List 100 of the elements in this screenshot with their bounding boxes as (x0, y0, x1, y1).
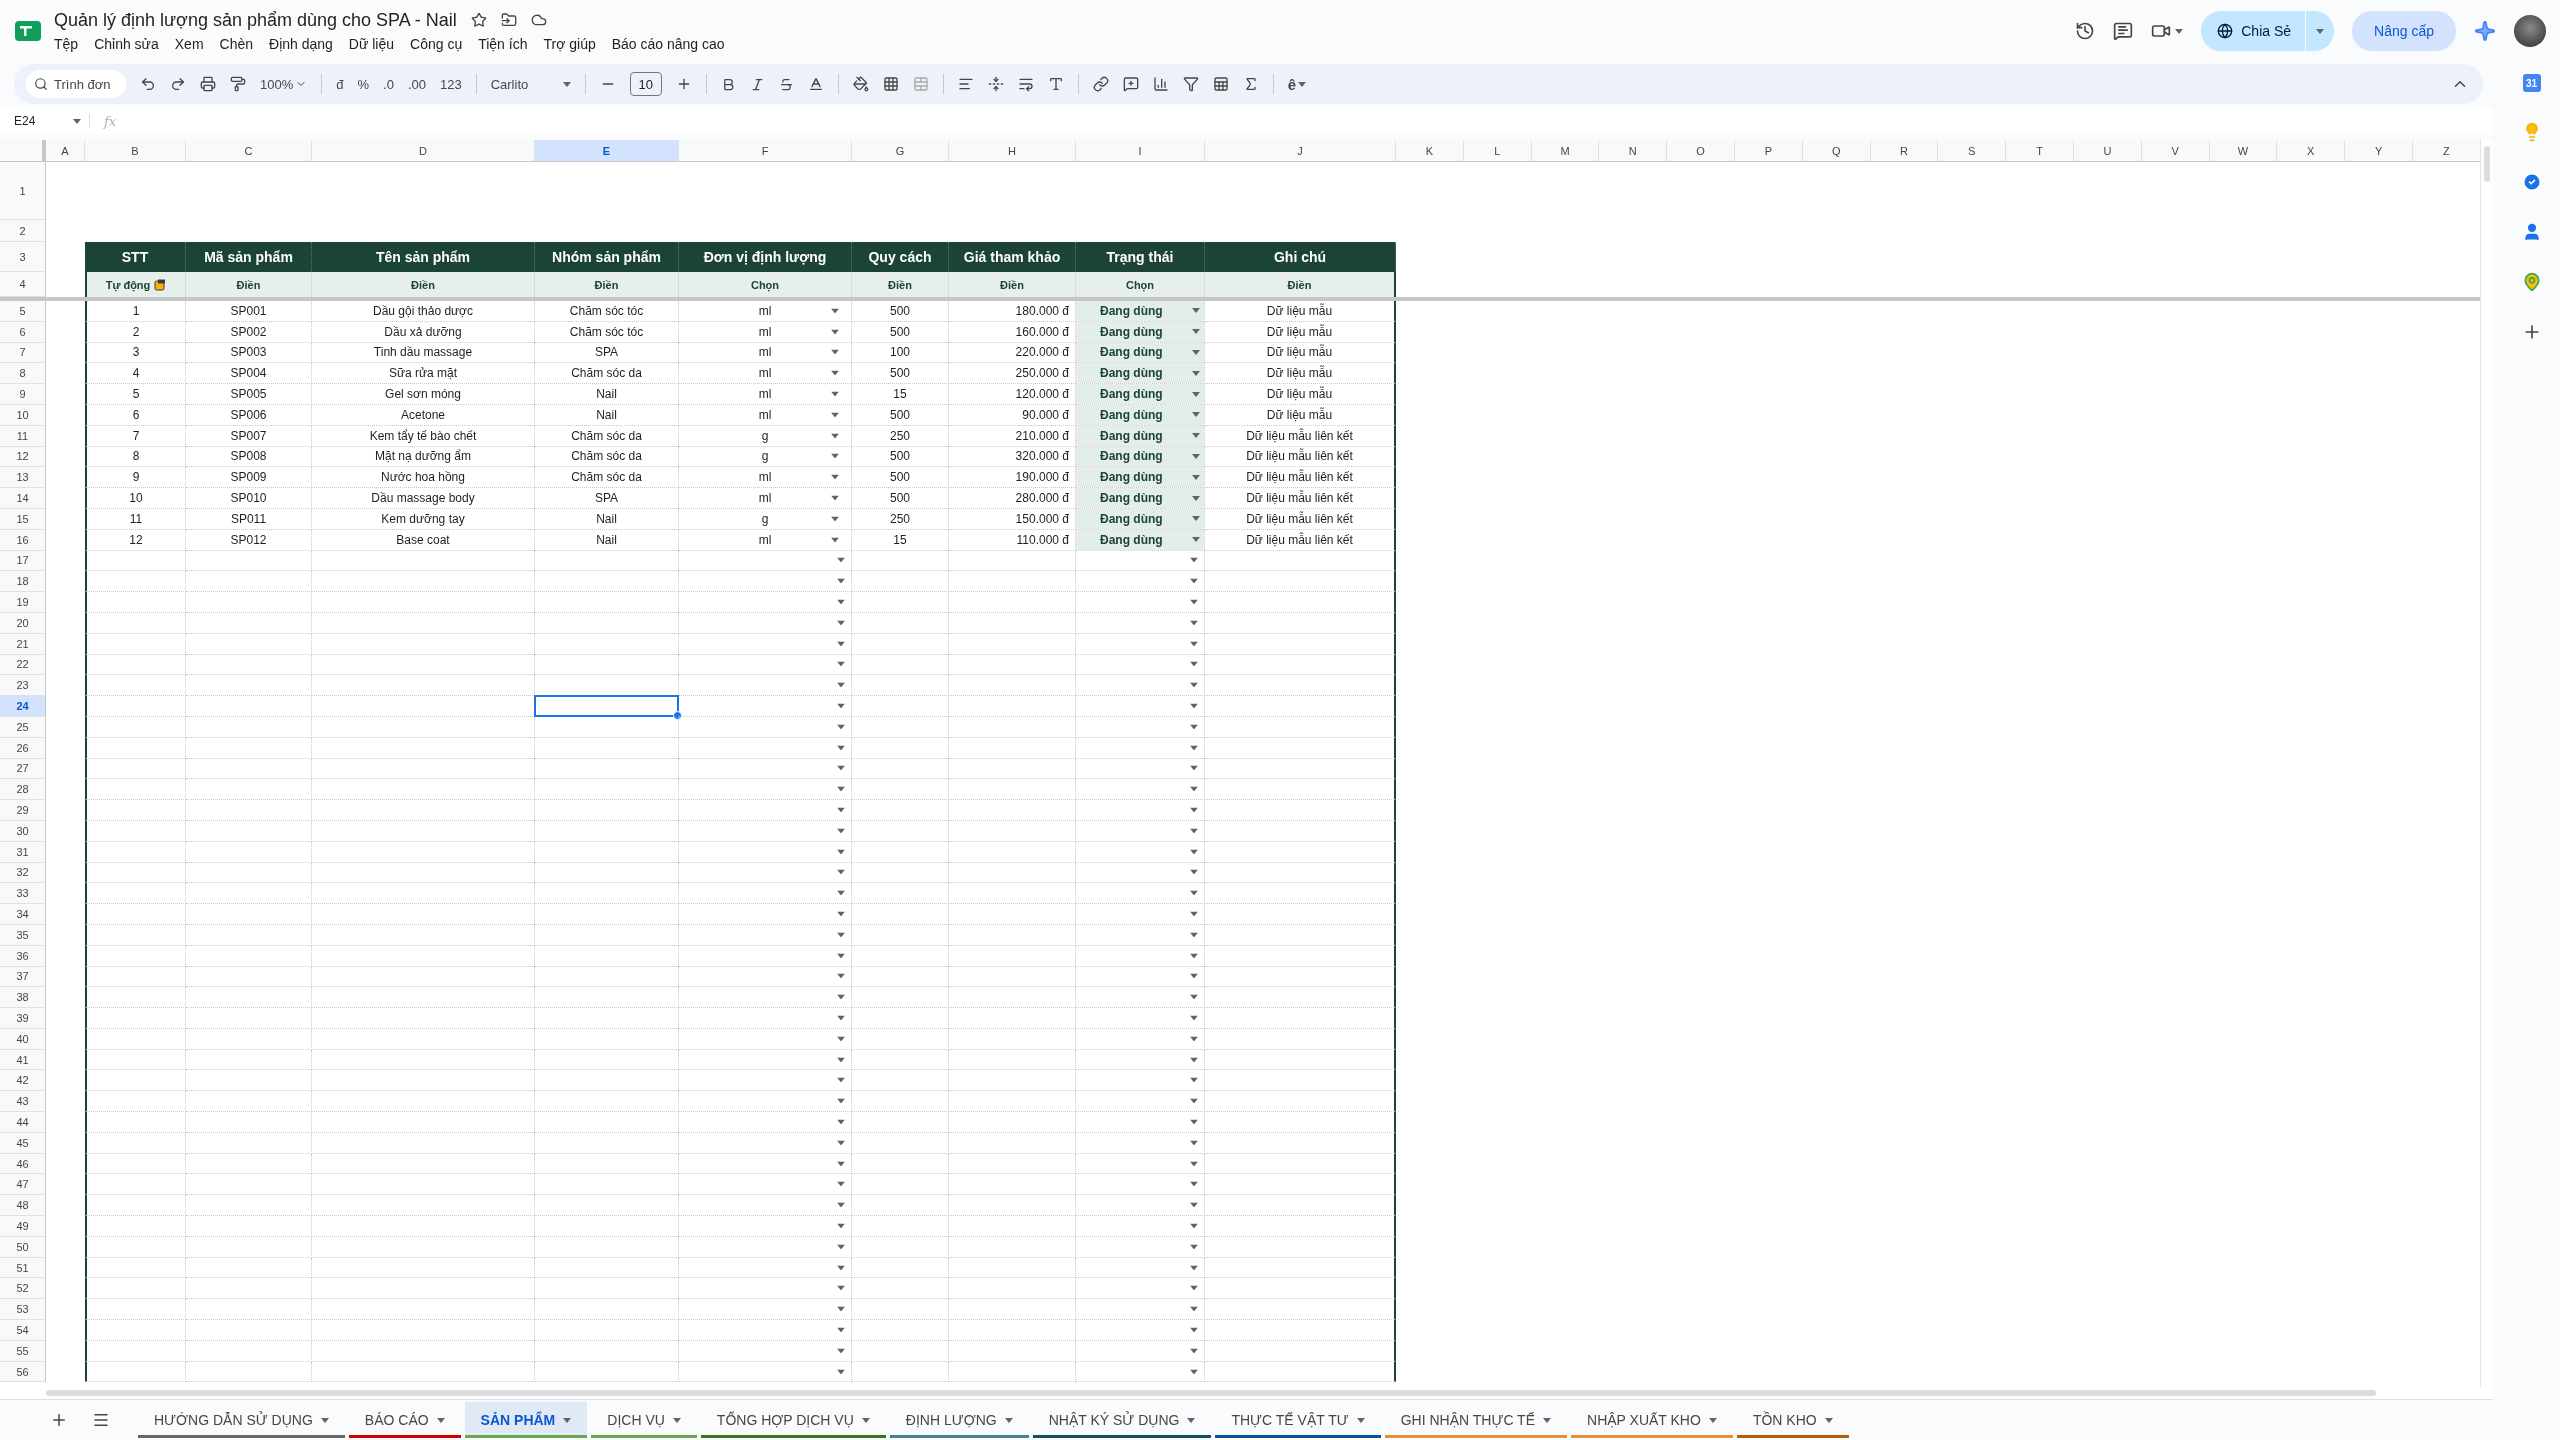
dropdown-caret-icon[interactable] (1190, 1036, 1198, 1042)
column-header[interactable]: S (1938, 140, 2007, 162)
italic-icon[interactable] (749, 76, 765, 92)
dropdown-caret-icon[interactable] (1190, 703, 1198, 709)
menu-item[interactable]: Tiện ích (472, 34, 534, 53)
row-header[interactable]: 1 (0, 162, 46, 220)
dropdown-caret-icon[interactable] (1190, 953, 1198, 959)
unit-dropdown[interactable]: ml (685, 384, 845, 404)
dropdown-caret-icon[interactable] (837, 1369, 845, 1375)
dropdown-caret-icon[interactable] (1190, 1285, 1198, 1291)
empty-cell[interactable] (1205, 1299, 1396, 1321)
dropdown-caret-icon[interactable] (1190, 620, 1198, 626)
row-header[interactable]: 27 (0, 758, 46, 780)
row-header[interactable]: 7 (0, 342, 46, 364)
dropdown-caret-icon[interactable] (1190, 1161, 1198, 1167)
row-header[interactable]: 10 (0, 405, 46, 426)
share-button[interactable]: Chia Sẻ (2201, 11, 2306, 51)
sheet-tab[interactable]: HƯỚNG DẪN SỬ DỤNG (138, 1402, 345, 1438)
column-header[interactable]: G (852, 140, 949, 162)
row-header[interactable]: 3 (0, 242, 46, 272)
sheet-tab[interactable]: DỊCH VỤ (591, 1402, 697, 1438)
dropdown-caret-icon[interactable] (1190, 1181, 1198, 1187)
dropdown-caret-icon[interactable] (1190, 1348, 1198, 1354)
row-header[interactable]: 33 (0, 883, 46, 905)
horizontal-scrollbar[interactable] (0, 1387, 2493, 1399)
column-header[interactable]: L (1463, 140, 1532, 162)
empty-cell[interactable] (1205, 800, 1396, 821)
text-color-icon[interactable] (807, 76, 824, 92)
cloud-icon[interactable] (530, 12, 547, 28)
dropdown-caret-icon[interactable] (1190, 849, 1198, 855)
select-all-corner[interactable] (0, 140, 46, 162)
dropdown-caret-icon[interactable] (1192, 370, 1200, 376)
dropdown-caret-icon[interactable] (837, 765, 845, 771)
caret-icon[interactable] (2175, 28, 2184, 34)
dropdown-caret-icon[interactable] (1192, 537, 1200, 543)
dropdown-caret-icon[interactable] (1190, 973, 1198, 979)
dropdown-caret-icon[interactable] (1190, 1119, 1198, 1125)
dropdown-caret-icon[interactable] (1190, 1369, 1198, 1375)
row-header[interactable]: 22 (0, 654, 46, 676)
menu-item[interactable]: Chỉnh sửa (88, 34, 165, 53)
filter-icon[interactable] (1182, 76, 1199, 92)
row-header[interactable]: 24 (0, 696, 46, 717)
row-header[interactable]: 6 (0, 321, 46, 343)
column-header[interactable]: K (1396, 140, 1464, 162)
empty-cell[interactable] (1205, 862, 1396, 884)
star-icon[interactable] (470, 12, 487, 28)
caret-icon[interactable] (563, 1417, 572, 1423)
dropdown-caret-icon[interactable] (837, 620, 845, 626)
row-header[interactable]: 11 (0, 425, 46, 447)
row-header[interactable]: 48 (0, 1195, 46, 1217)
input-tools-button[interactable]: ê (1287, 75, 1306, 93)
empty-cell[interactable] (1205, 696, 1396, 717)
align-icon[interactable] (957, 76, 974, 92)
unit-dropdown[interactable]: ml (685, 529, 845, 550)
dropdown-caret-icon[interactable] (837, 807, 845, 813)
unit-dropdown[interactable]: g (685, 425, 845, 446)
menu-item[interactable]: Chèn (213, 34, 260, 53)
row-header[interactable]: 51 (0, 1257, 46, 1279)
row-header[interactable]: 15 (0, 508, 46, 530)
dropdown-caret-icon[interactable] (1190, 911, 1198, 917)
row-header[interactable]: 35 (0, 924, 46, 946)
row-header[interactable]: 8 (0, 363, 46, 385)
upgrade-button[interactable]: Nâng cấp (2352, 11, 2456, 51)
row-header[interactable]: 49 (0, 1216, 46, 1237)
column-header[interactable]: D (312, 140, 535, 162)
menu-icon[interactable] (92, 1411, 110, 1429)
dropdown-caret-icon[interactable] (831, 370, 839, 376)
status-dropdown[interactable]: Đang dùng (1076, 342, 1204, 363)
vertical-align-icon[interactable] (987, 76, 1004, 92)
dropdown-caret-icon[interactable] (1190, 1202, 1198, 1208)
dropdown-caret-icon[interactable] (1190, 641, 1198, 647)
row-header[interactable]: 34 (0, 904, 46, 925)
decrease-decimals-button[interactable]: .0 (383, 76, 394, 92)
status-dropdown[interactable]: Đang dùng (1076, 446, 1204, 467)
dropdown-caret-icon[interactable] (831, 495, 839, 501)
dropdown-caret-icon[interactable] (837, 1077, 845, 1083)
dropdown-caret-icon[interactable] (837, 911, 845, 917)
row-header[interactable]: 17 (0, 550, 46, 572)
row-header[interactable]: 54 (0, 1320, 46, 1341)
dropdown-caret-icon[interactable] (837, 849, 845, 855)
empty-cell[interactable] (1205, 571, 1396, 593)
sheet-tab[interactable]: TỔNG HỢP DỊCH VỤ (700, 1402, 886, 1438)
empty-cell[interactable] (1205, 1153, 1396, 1175)
column-header[interactable]: P (1735, 140, 1803, 162)
column-header[interactable]: Q (1802, 140, 1871, 162)
dropdown-caret-icon[interactable] (1190, 578, 1198, 584)
dropdown-caret-icon[interactable] (837, 828, 845, 834)
row-header[interactable]: 41 (0, 1049, 46, 1071)
empty-cell[interactable] (1205, 1174, 1396, 1196)
dropdown-caret-icon[interactable] (1192, 329, 1200, 335)
empty-cell[interactable] (1205, 1132, 1396, 1154)
status-dropdown[interactable]: Đang dùng (1076, 508, 1204, 529)
dropdown-caret-icon[interactable] (837, 973, 845, 979)
unit-dropdown[interactable]: g (685, 446, 845, 467)
text-rotation-icon[interactable] (1047, 76, 1064, 92)
empty-cell[interactable] (1205, 1320, 1396, 1341)
undo-icon[interactable] (140, 76, 156, 92)
dropdown-caret-icon[interactable] (831, 453, 839, 459)
empty-cell[interactable] (1205, 758, 1396, 780)
caret-icon[interactable] (1004, 1417, 1013, 1423)
